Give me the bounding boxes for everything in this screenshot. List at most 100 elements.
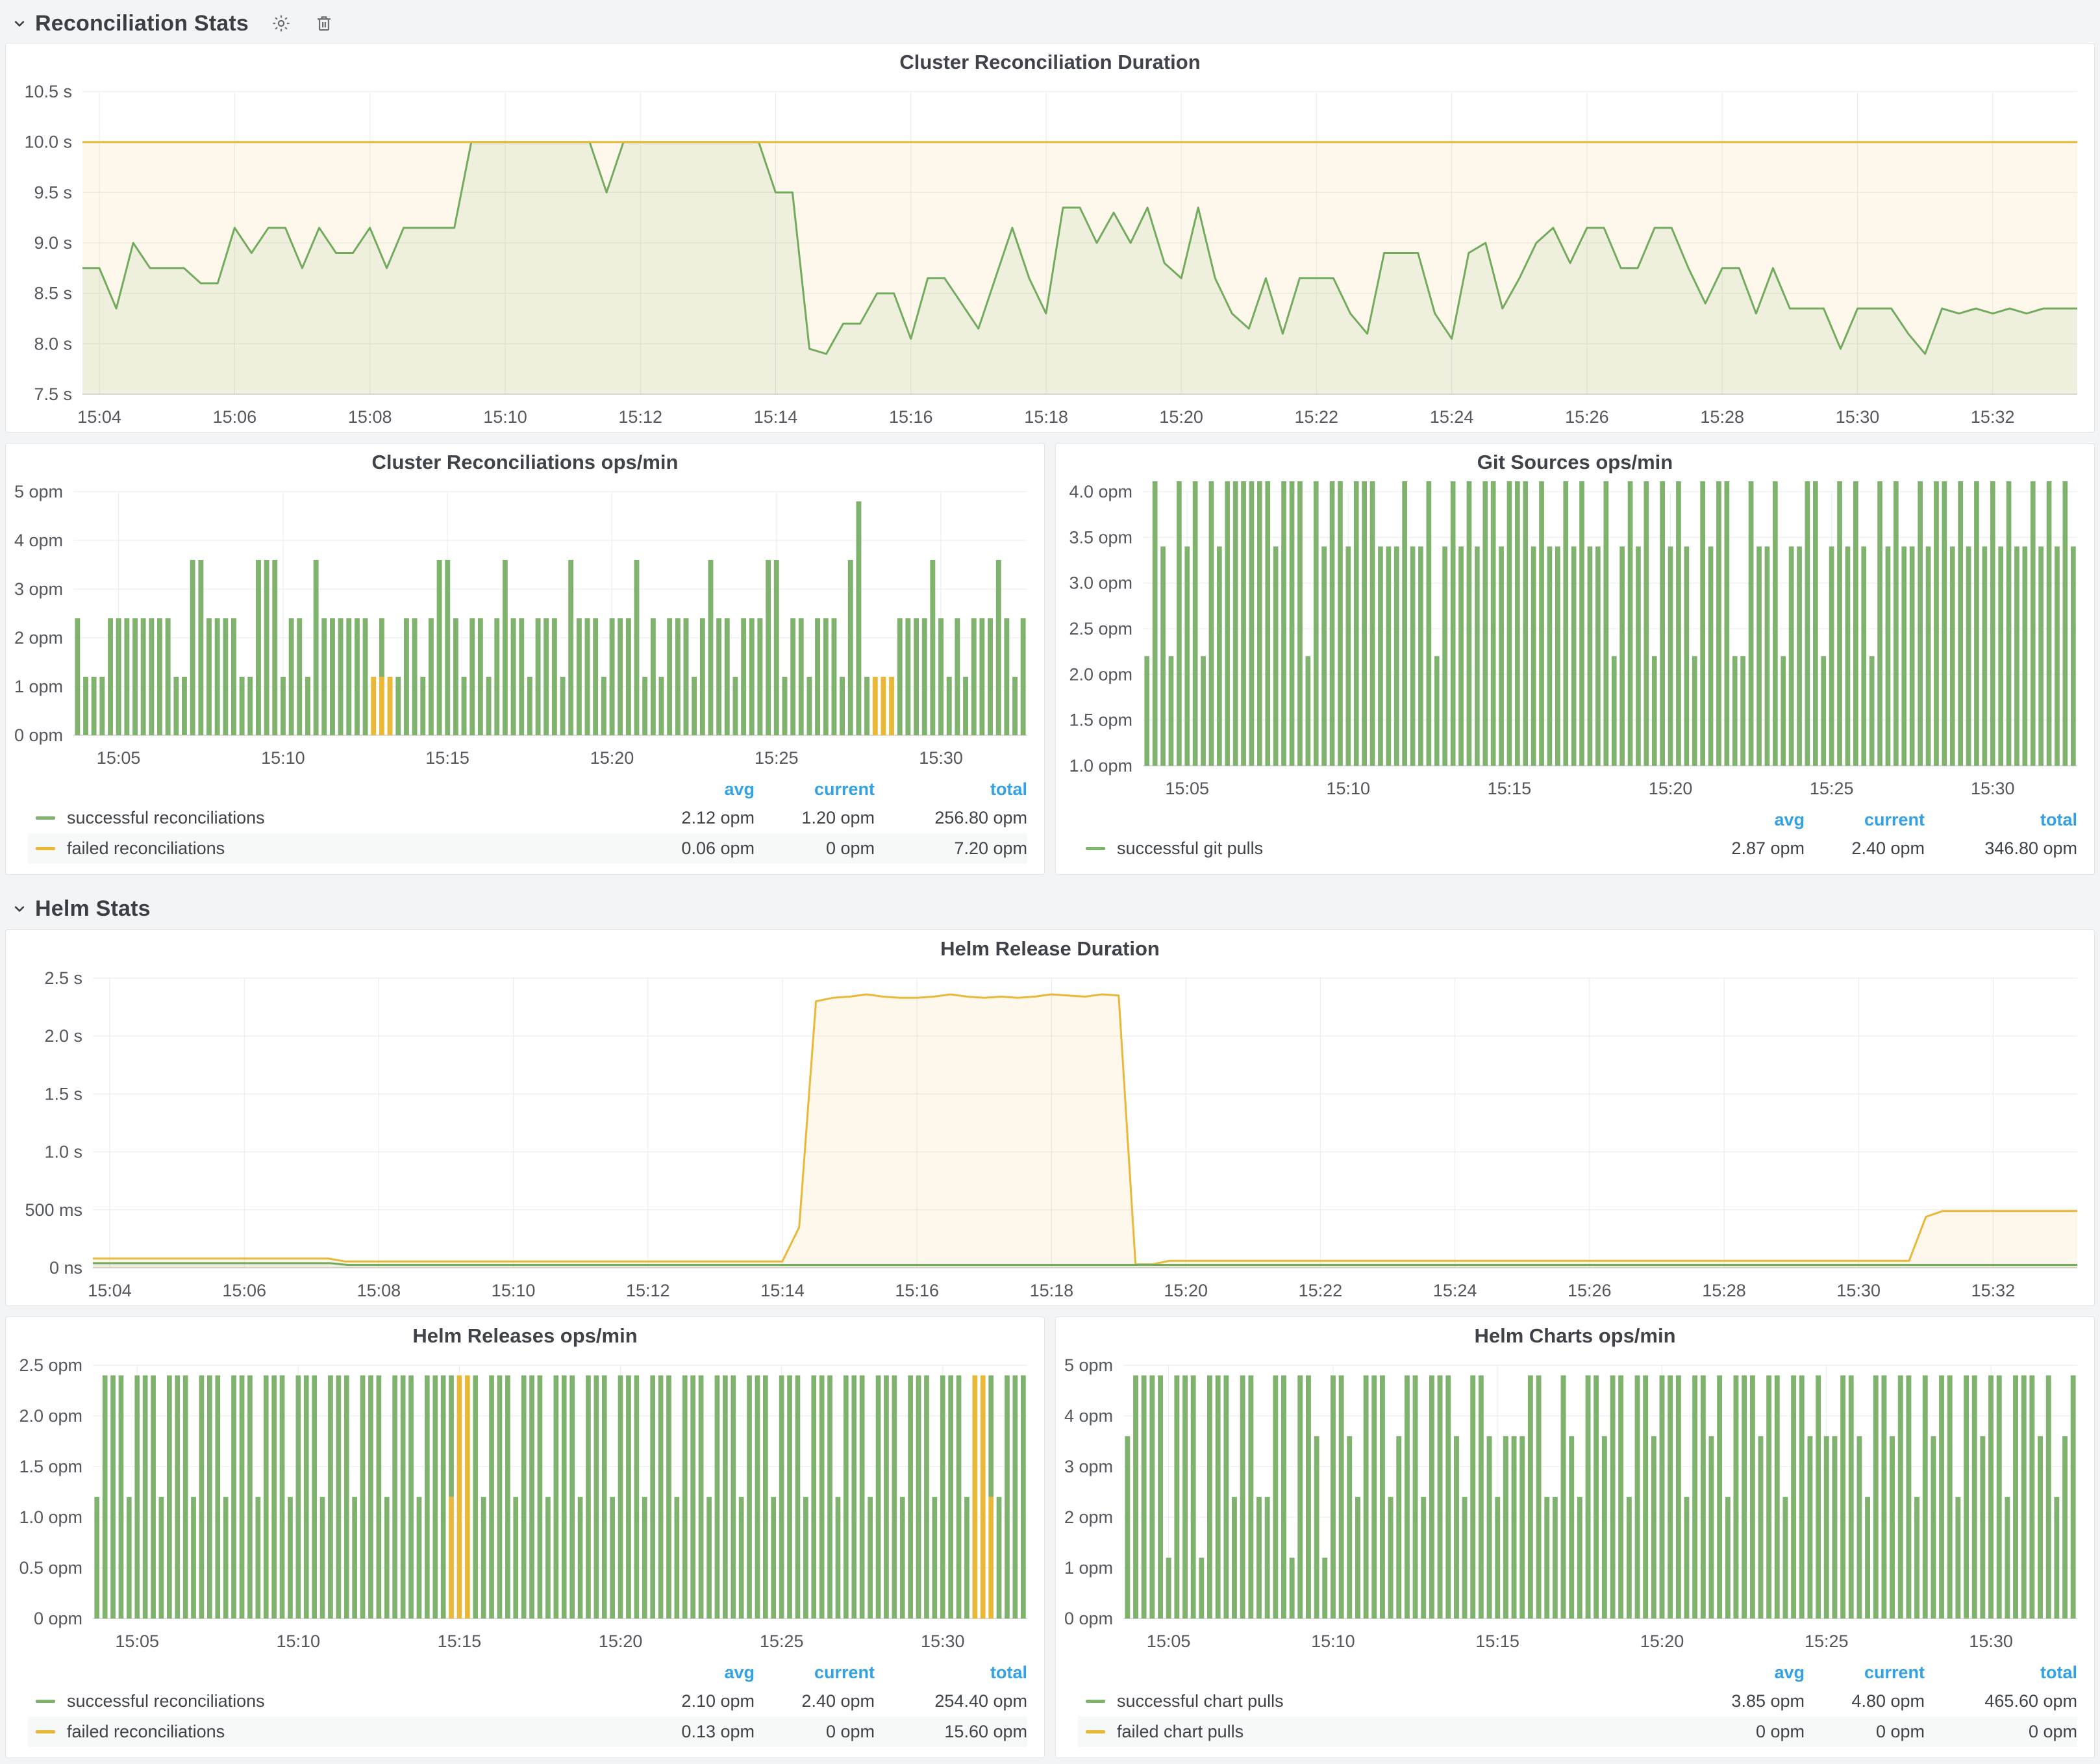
legend-series-successful-reconciliations[interactable]: successful reconciliations bbox=[36, 808, 618, 828]
trash-icon[interactable] bbox=[314, 13, 334, 34]
svg-text:15:05: 15:05 bbox=[1165, 779, 1209, 798]
legend: avg current total successful reconciliat… bbox=[6, 1656, 1044, 1758]
svg-text:15:18: 15:18 bbox=[1024, 407, 1068, 427]
legend: avg current total successful chart pulls… bbox=[1056, 1656, 2094, 1758]
svg-text:15:08: 15:08 bbox=[348, 407, 392, 427]
legend-series-label[interactable]: successful git pulls bbox=[1117, 838, 1263, 859]
legend-col-avg[interactable]: avg bbox=[1668, 810, 1805, 830]
svg-text:15:22: 15:22 bbox=[1299, 1281, 1343, 1300]
stat-avg: 2.12 opm bbox=[618, 808, 755, 828]
svg-text:15:30: 15:30 bbox=[1836, 1281, 1881, 1300]
svg-text:5 opm: 5 opm bbox=[14, 482, 63, 501]
legend-col-avg[interactable]: avg bbox=[618, 779, 755, 800]
stat-total: 0 opm bbox=[1925, 1722, 2077, 1742]
cluster-reconciliation-duration-chart[interactable]: 10.5 s10.0 s9.5 s9.0 s8.5 s8.0 s7.5 s15:… bbox=[6, 81, 2094, 432]
git-sources-bar-chart[interactable]: 4.0 opm3.5 opm3.0 opm2.5 opm2.0 opm1.5 o… bbox=[1056, 481, 2094, 803]
helm-release-duration-chart[interactable]: 2.5 s2.0 s1.5 s1.0 s500 ms0 ns15:0415:06… bbox=[6, 968, 2094, 1305]
helm-charts-bar-chart[interactable]: 5 opm4 opm3 opm2 opm1 opm0 opm15:0515:10… bbox=[1056, 1355, 2094, 1656]
legend-col-current[interactable]: current bbox=[1805, 1663, 1925, 1683]
stat-current: 0 opm bbox=[755, 838, 875, 859]
svg-text:15:05: 15:05 bbox=[97, 748, 141, 768]
panel-title[interactable]: Helm Charts ops/min bbox=[1056, 1317, 2094, 1355]
stat-avg: 2.10 opm bbox=[618, 1691, 755, 1711]
svg-text:15:30: 15:30 bbox=[1971, 779, 2015, 798]
svg-text:15:15: 15:15 bbox=[1475, 1632, 1519, 1651]
svg-text:4.0 opm: 4.0 opm bbox=[1069, 482, 1132, 501]
svg-text:15:08: 15:08 bbox=[357, 1281, 401, 1300]
panel-cluster-reconciliations-opm: Cluster Reconciliations ops/min 5 opm 4 o… bbox=[5, 443, 1045, 875]
legend-col-avg[interactable]: avg bbox=[618, 1663, 755, 1683]
svg-text:15:30: 15:30 bbox=[1836, 407, 1880, 427]
svg-text:15:30: 15:30 bbox=[919, 748, 963, 768]
legend-col-current[interactable]: current bbox=[755, 1663, 875, 1683]
legend-series-failed-reconciliations[interactable]: failed reconciliations bbox=[36, 838, 618, 859]
panel-title[interactable]: Cluster Reconciliation Duration bbox=[6, 44, 2094, 81]
legend-series-successful-reconciliations[interactable]: successful reconciliations bbox=[36, 1691, 618, 1711]
stat-avg: 0.06 opm bbox=[618, 838, 755, 859]
legend-series-failed-chart-pulls[interactable]: failed chart pulls bbox=[1086, 1722, 1668, 1742]
helm-releases-bar-chart[interactable]: 2.5 opm2.0 opm1.5 opm1.0 opm0.5 opm0 opm… bbox=[6, 1355, 1044, 1656]
section-reconciliation-stats[interactable]: Reconciliation Stats bbox=[10, 6, 2095, 40]
svg-text:0 opm: 0 opm bbox=[1064, 1609, 1113, 1628]
legend-series-label[interactable]: failed reconciliations bbox=[67, 1722, 225, 1742]
legend-series-label[interactable]: failed reconciliations bbox=[67, 838, 225, 859]
section-title[interactable]: Reconciliation Stats bbox=[35, 11, 249, 36]
svg-text:1.5 s: 1.5 s bbox=[44, 1084, 82, 1103]
legend-series-successful-git-pulls[interactable]: successful git pulls bbox=[1086, 838, 1668, 859]
svg-text:9.5 s: 9.5 s bbox=[34, 183, 72, 202]
svg-text:15:26: 15:26 bbox=[1568, 1281, 1612, 1300]
legend-series-successful-chart-pulls[interactable]: successful chart pulls bbox=[1086, 1691, 1668, 1711]
panel-git-sources-opm: Git Sources ops/min 4.0 opm3.5 opm3.0 op… bbox=[1055, 443, 2095, 875]
legend-col-avg[interactable]: avg bbox=[1668, 1663, 1805, 1683]
stat-total: 15.60 opm bbox=[875, 1722, 1027, 1742]
svg-text:2.5 s: 2.5 s bbox=[44, 968, 82, 988]
stat-avg: 2.87 opm bbox=[1668, 838, 1805, 859]
legend-series-label[interactable]: successful chart pulls bbox=[1117, 1691, 1284, 1711]
legend-col-current[interactable]: current bbox=[1805, 810, 1925, 830]
svg-text:3.5 opm: 3.5 opm bbox=[1069, 527, 1132, 547]
legend-series-label[interactable]: successful reconciliations bbox=[67, 808, 265, 828]
svg-text:15:30: 15:30 bbox=[1969, 1632, 2013, 1651]
panel-title[interactable]: Cluster Reconciliations ops/min bbox=[6, 444, 1044, 481]
svg-text:2.0 opm: 2.0 opm bbox=[19, 1406, 82, 1426]
legend-col-current[interactable]: current bbox=[755, 779, 875, 800]
svg-text:500 ms: 500 ms bbox=[25, 1200, 82, 1220]
legend-col-total[interactable]: total bbox=[1925, 810, 2077, 830]
svg-text:2.5 opm: 2.5 opm bbox=[1069, 619, 1132, 638]
svg-text:15:10: 15:10 bbox=[1311, 1632, 1355, 1651]
svg-text:15:05: 15:05 bbox=[1147, 1632, 1191, 1651]
svg-text:1.5 opm: 1.5 opm bbox=[1069, 711, 1132, 730]
svg-text:15:20: 15:20 bbox=[590, 748, 634, 768]
panel-title[interactable]: Helm Releases ops/min bbox=[6, 1317, 1044, 1355]
panel-title[interactable]: Helm Release Duration bbox=[6, 930, 2094, 968]
legend-col-total[interactable]: total bbox=[875, 1663, 1027, 1683]
svg-text:4 opm: 4 opm bbox=[14, 531, 63, 550]
svg-text:0 opm: 0 opm bbox=[34, 1609, 82, 1628]
legend-row: failed reconciliations 0.06 opm 0 opm 7.… bbox=[28, 833, 1027, 864]
panel-title[interactable]: Git Sources ops/min bbox=[1056, 444, 2094, 481]
legend-col-total[interactable]: total bbox=[875, 779, 1027, 800]
panel-helm-releases-opm: Helm Releases ops/min 2.5 opm2.0 opm1.5 … bbox=[5, 1317, 1045, 1758]
svg-text:1.5 opm: 1.5 opm bbox=[19, 1457, 82, 1476]
chevron-down-icon[interactable] bbox=[10, 900, 29, 918]
svg-text:15:25: 15:25 bbox=[1810, 779, 1854, 798]
section-title[interactable]: Helm Stats bbox=[35, 896, 151, 922]
legend-col-total[interactable]: total bbox=[1925, 1663, 2077, 1683]
legend-series-label[interactable]: successful reconciliations bbox=[67, 1691, 265, 1711]
svg-text:15:22: 15:22 bbox=[1295, 407, 1339, 427]
svg-text:1.0 opm: 1.0 opm bbox=[19, 1507, 82, 1527]
svg-text:8.5 s: 8.5 s bbox=[34, 284, 72, 303]
stat-total: 7.20 opm bbox=[875, 838, 1027, 859]
stat-total: 254.40 opm bbox=[875, 1691, 1027, 1711]
chevron-down-icon[interactable] bbox=[10, 14, 29, 32]
section-helm-stats[interactable]: Helm Stats bbox=[10, 892, 2095, 926]
svg-text:15:12: 15:12 bbox=[626, 1281, 670, 1300]
svg-text:8.0 s: 8.0 s bbox=[34, 334, 72, 353]
legend-series-failed-reconciliations[interactable]: failed reconciliations bbox=[36, 1722, 618, 1742]
gear-icon[interactable] bbox=[271, 13, 292, 34]
svg-text:3 opm: 3 opm bbox=[1064, 1457, 1113, 1476]
series-dash-icon bbox=[36, 1730, 55, 1733]
legend-series-label[interactable]: failed chart pulls bbox=[1117, 1722, 1244, 1742]
cluster-reconciliations-bar-chart[interactable]: 5 opm4 opm3 opm2 opm1 opm0 opm15:0515:10… bbox=[6, 481, 1044, 773]
stat-current: 4.80 opm bbox=[1805, 1691, 1925, 1711]
